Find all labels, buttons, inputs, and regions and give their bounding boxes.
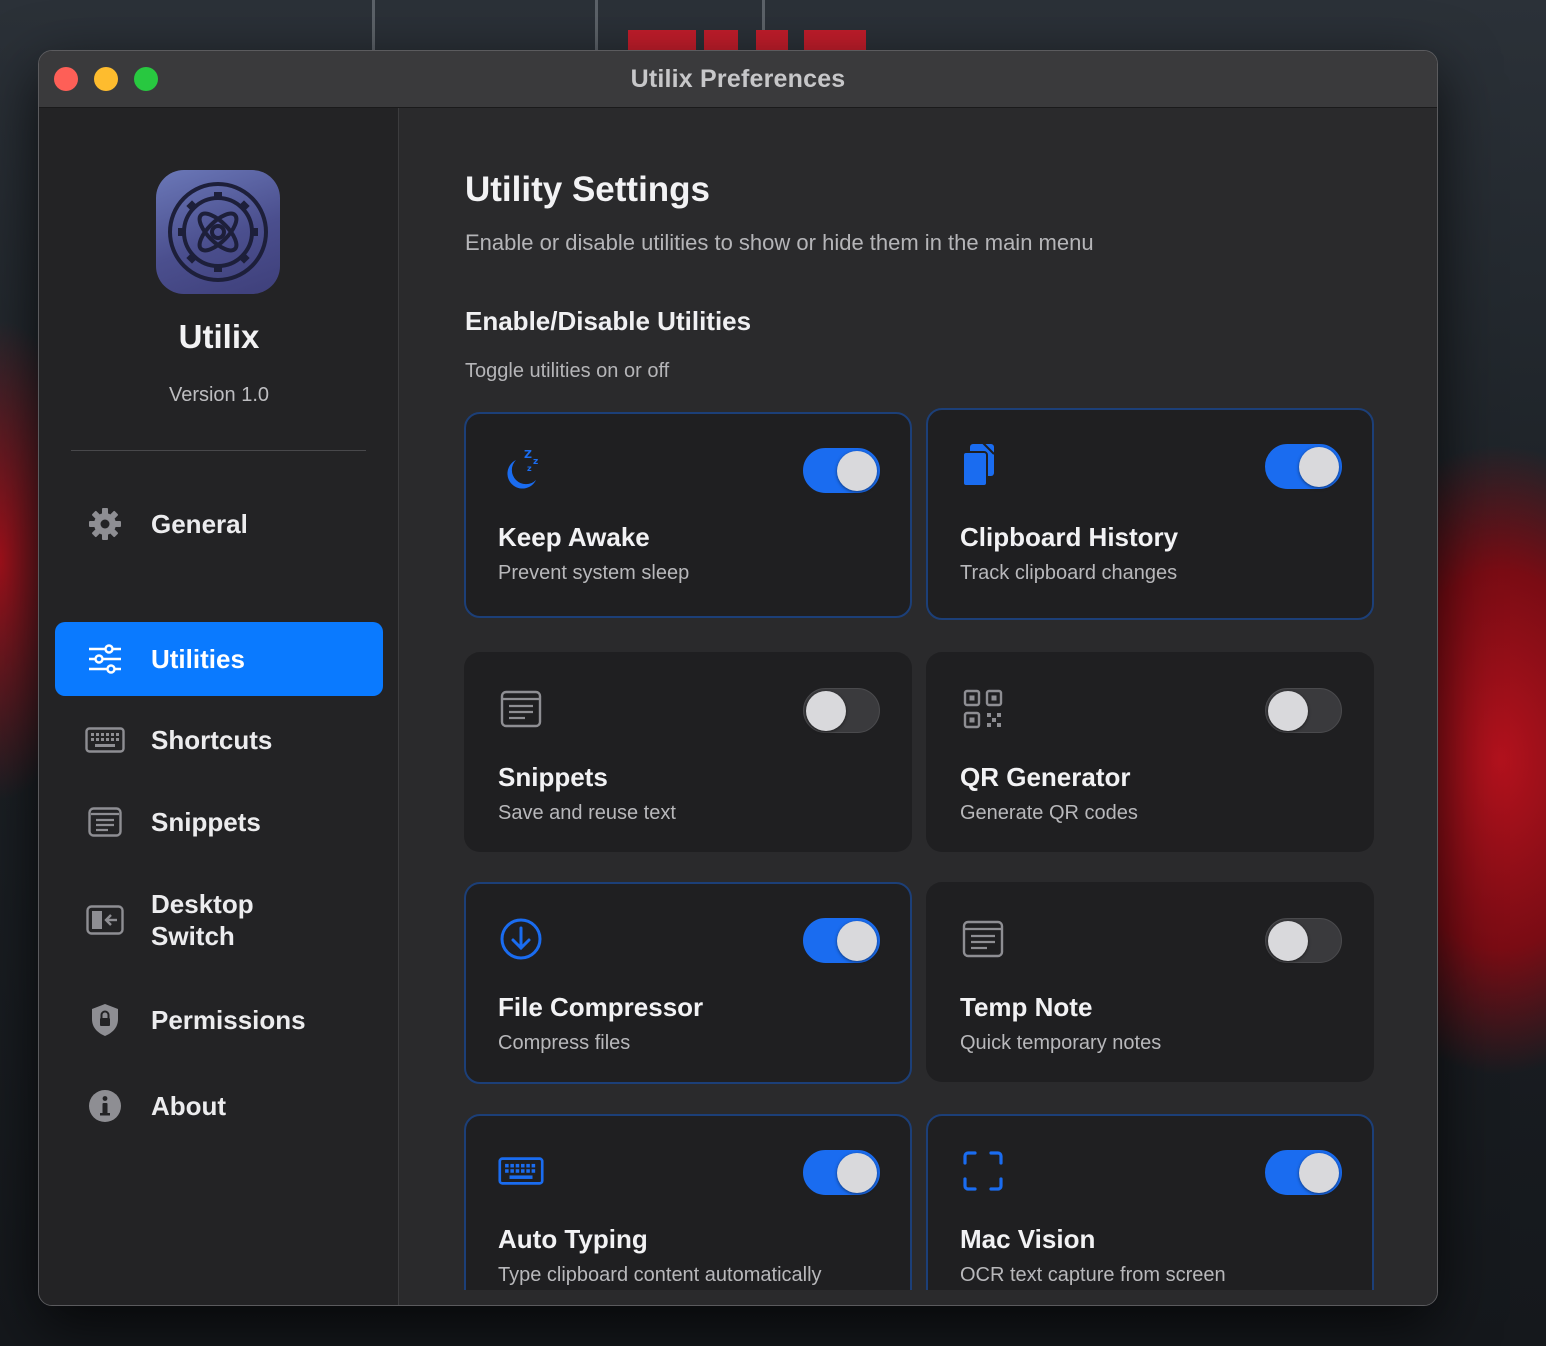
note-icon [960,916,1006,962]
qr-code-icon [960,686,1006,732]
app-name: Utilix [178,318,260,355]
clipboard-history-toggle[interactable] [1265,444,1342,489]
utility-description: Track clipboard changes [960,562,1178,584]
svg-text:z: z [533,457,538,467]
utility-title: Keep Awake [498,522,650,552]
preferences-window: Utilix Preferences Utilix Version 1.0 Ge… [38,50,1438,1306]
wallpaper-strip [628,30,696,50]
toggle-knob [1299,1153,1339,1193]
wallpaper-strip [804,30,866,50]
utility-title: Clipboard History [960,522,1179,552]
mac-vision-toggle[interactable] [1265,1150,1342,1195]
keep-awake-toggle[interactable] [803,448,880,493]
wallpaper-line [595,0,598,50]
utility-description: Compress files [498,1032,631,1054]
gear-icon [85,504,125,544]
sidebar-item-utilities[interactable]: Utilities [55,622,383,696]
temp-note-toggle[interactable] [1265,918,1342,963]
sidebar-item-label-line1: Desktop [151,889,254,919]
utility-title: Mac Vision [960,1224,1096,1254]
svg-text:z: z [527,464,532,473]
app-version: Version 1.0 [168,384,270,406]
desktop-switch-icon [85,900,125,940]
page-subtitle: Enable or disable utilities to show or h… [465,230,1094,255]
toggle-knob [1268,691,1308,731]
toggle-knob [837,451,877,491]
toggle-knob [837,1153,877,1193]
utility-description: Type clipboard content automatically [498,1264,822,1286]
sidebar-item-general[interactable]: General [55,492,383,556]
sidebar: Utilix Version 1.0 General Utilities Sho… [39,108,399,1305]
page-title: Utility Settings [465,170,711,209]
wallpaper-strip [756,30,788,50]
utility-card-snippets: Snippets Save and reuse text [464,652,912,852]
svg-text:Z: Z [524,448,532,461]
app-logo-icon [156,170,280,294]
utility-description: Generate QR codes [960,802,1138,824]
keyboard-icon [498,1148,544,1194]
zoom-window-button[interactable] [134,67,158,91]
utility-card-qr-generator: QR Generator Generate QR codes [926,652,1374,852]
wallpaper-line [372,0,375,50]
utility-card-clipboard-history: Clipboard History Track clipboard change… [926,408,1374,620]
utility-title: File Compressor [498,992,704,1022]
sidebar-item-label: Desktop Switch [151,888,254,952]
sidebar-item-snippets[interactable]: Snippets [55,790,383,854]
sidebar-item-label: Snippets [151,807,261,837]
moon-zzz-icon: Z z z [498,446,544,492]
viewfinder-icon [960,1148,1006,1194]
utility-title: Temp Note [960,992,1093,1022]
utility-description: Prevent system sleep [498,562,690,584]
toggle-knob [837,921,877,961]
toggle-knob [1299,447,1339,487]
file-compressor-toggle[interactable] [803,918,880,963]
utility-description: OCR text capture from screen [960,1264,1226,1286]
utility-card-auto-typing: Auto Typing Type clipboard content autom… [464,1114,912,1290]
utility-card-keep-awake: Z z z Keep Awake Prevent system sleep [464,412,912,618]
toggle-knob [1268,921,1308,961]
sidebar-item-permissions[interactable]: Permissions [55,988,383,1052]
wallpaper-strip [704,30,738,50]
utility-card-file-compressor: File Compressor Compress files [464,882,912,1084]
sidebar-divider [71,450,366,451]
keyboard-icon [85,720,125,760]
sidebar-item-about[interactable]: About [55,1074,383,1138]
snippets-icon [85,802,125,842]
utility-description: Save and reuse text [498,802,676,824]
minimize-window-button[interactable] [94,67,118,91]
close-window-button[interactable] [54,67,78,91]
text-doc-icon [498,686,544,732]
sidebar-item-label: Utilities [151,644,245,674]
sidebar-item-label: Shortcuts [151,725,273,755]
window-controls [54,67,158,91]
utility-card-mac-vision: Mac Vision OCR text capture from screen [926,1114,1374,1290]
sidebar-item-label: General [151,509,248,539]
utility-title: Snippets [498,762,608,792]
utility-title: QR Generator [960,762,1131,792]
info-icon [85,1086,125,1126]
sidebar-item-desktop-switch[interactable]: Desktop Switch [55,872,383,968]
sidebar-item-label: About [151,1091,227,1121]
utility-description: Quick temporary notes [960,1032,1162,1054]
main-content: Utility Settings Enable or disable utili… [400,108,1437,1305]
sidebar-item-label-line2: Switch [151,921,235,951]
snippets-toggle[interactable] [803,688,880,733]
sidebar-item-label: Permissions [151,1005,306,1035]
section-title: Enable/Disable Utilities [465,306,752,336]
window-title: Utilix Preferences [630,64,846,93]
download-circle-icon [498,916,544,962]
clipboard-icon [960,441,1006,488]
utilities-grid: Z z z Keep Awake Prevent system sleep Cl… [464,408,1378,1290]
toggle-knob [806,691,846,731]
shield-lock-icon [85,1000,125,1040]
sliders-icon [85,639,125,679]
utility-card-temp-note: Temp Note Quick temporary notes [926,882,1374,1082]
auto-typing-toggle[interactable] [803,1150,880,1195]
utility-title: Auto Typing [498,1224,648,1254]
title-bar[interactable]: Utilix Preferences [39,51,1437,108]
sidebar-item-shortcuts[interactable]: Shortcuts [55,708,383,772]
section-subtitle: Toggle utilities on or off [465,360,670,382]
qr-generator-toggle[interactable] [1265,688,1342,733]
